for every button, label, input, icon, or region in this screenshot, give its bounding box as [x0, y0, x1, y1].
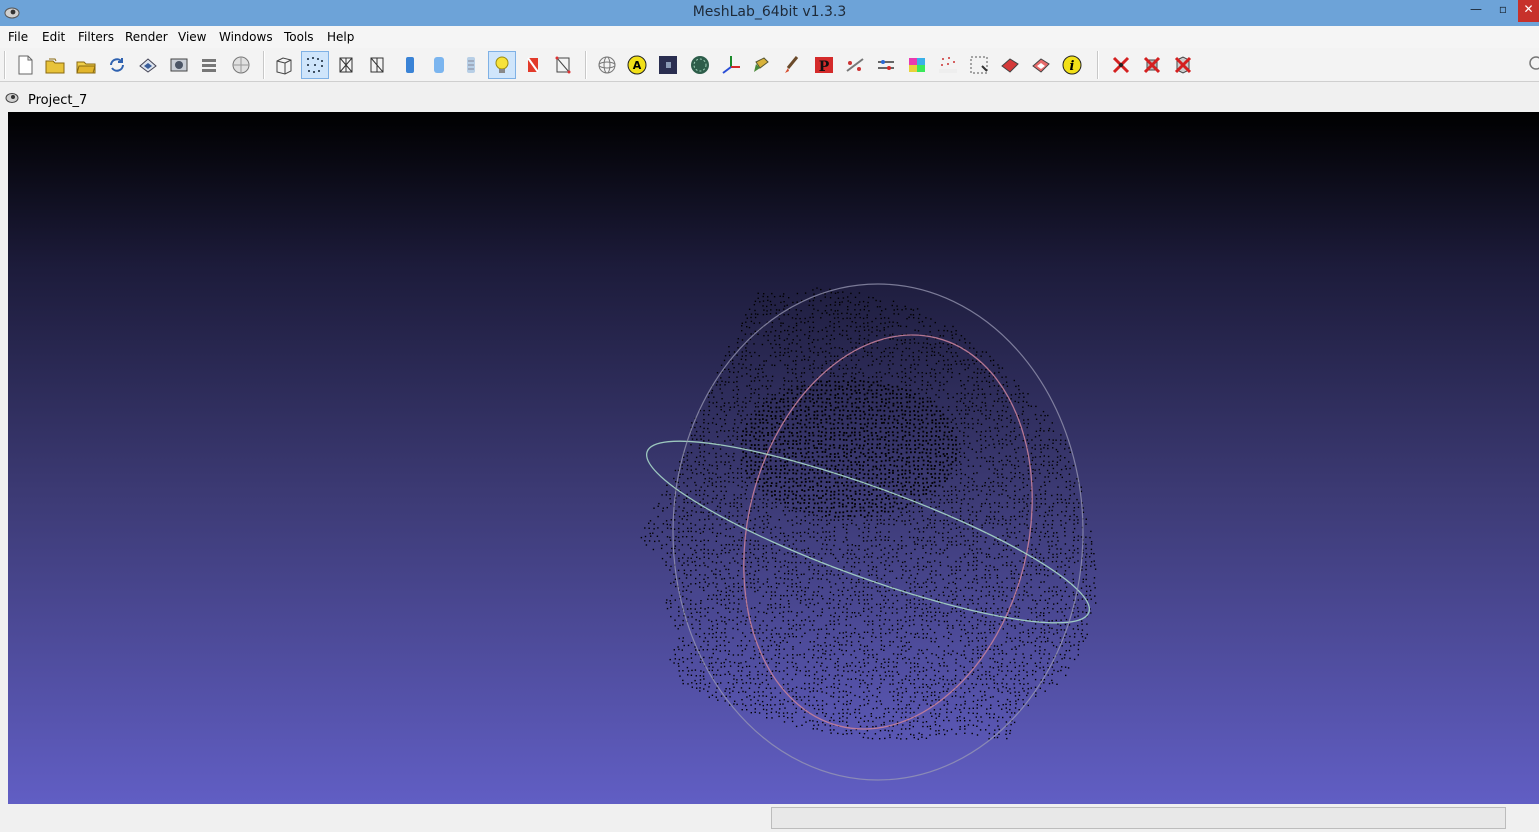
trackball-ring-outer — [672, 283, 1084, 781]
sphere-trackball-icon[interactable] — [593, 51, 621, 79]
delete-vertices-icon[interactable] — [1107, 51, 1135, 79]
3d-viewport[interactable] — [8, 112, 1539, 804]
menu-tools[interactable]: Tools — [284, 30, 314, 44]
open-folder-icon[interactable] — [41, 51, 69, 79]
color-icon[interactable] — [903, 51, 931, 79]
points-render-icon[interactable] — [301, 51, 329, 79]
maximize-button[interactable]: ▫ — [1490, 0, 1516, 22]
window-title: MeshLab_64bit v1.3.3 — [692, 4, 847, 20]
wireframe-icon[interactable] — [332, 51, 360, 79]
toolbar-separator — [1097, 51, 1099, 79]
texture-sphere-icon[interactable] — [686, 51, 714, 79]
toolbar-separator — [585, 51, 587, 79]
draw-mode-icon[interactable] — [549, 51, 577, 79]
select-faces-icon[interactable] — [965, 51, 993, 79]
reload-icon[interactable] — [103, 51, 131, 79]
point-cloud-scene — [640, 283, 1097, 781]
reference-icon[interactable] — [934, 51, 962, 79]
menu-view[interactable]: View — [178, 30, 206, 44]
select-connected-icon[interactable] — [1027, 51, 1055, 79]
light-bulb-icon[interactable] — [488, 51, 516, 79]
menu-help[interactable]: Help — [327, 30, 354, 44]
minimize-button[interactable]: — — [1462, 0, 1490, 22]
open-project-icon[interactable] — [72, 51, 100, 79]
subwindow-icon — [5, 93, 19, 103]
close-button[interactable]: ✕ — [1518, 0, 1539, 22]
two-sided-lighting-icon[interactable] — [519, 51, 547, 79]
layers-icon[interactable] — [195, 51, 223, 79]
delete-faces-icon[interactable] — [1138, 51, 1166, 79]
title-bar: MeshLab_64bit v1.3.3 — ▫ ✕ — [0, 0, 1539, 26]
svg-text:P: P — [819, 59, 830, 75]
annotate-icon[interactable]: A — [623, 51, 651, 79]
main-toolbar: A P i — [0, 48, 1539, 82]
progress-bar — [771, 807, 1506, 829]
menu-bar: File Edit Filters Render View Windows To… — [0, 26, 1539, 48]
dark-square-icon[interactable] — [654, 51, 682, 79]
svg-text:i: i — [1070, 59, 1075, 74]
flat-shading-icon[interactable] — [396, 51, 424, 79]
snapshot-icon[interactable] — [165, 51, 193, 79]
search-icon[interactable] — [1528, 55, 1539, 73]
hidden-lines-icon[interactable] — [363, 51, 391, 79]
globe-icon[interactable] — [227, 51, 255, 79]
info-icon[interactable]: i — [1058, 51, 1086, 79]
pick-points-icon[interactable]: P — [810, 51, 838, 79]
new-document-icon[interactable] — [11, 51, 39, 79]
smooth-shading-icon[interactable] — [425, 51, 453, 79]
menu-render[interactable]: Render — [125, 30, 168, 44]
align-icon[interactable] — [872, 51, 900, 79]
toolbar-grip — [4, 51, 6, 79]
subwindow-title[interactable]: Project_7 — [28, 93, 87, 108]
bounding-box-icon[interactable] — [270, 51, 298, 79]
measure-icon[interactable] — [841, 51, 869, 79]
menu-windows[interactable]: Windows — [219, 30, 273, 44]
menu-edit[interactable]: Edit — [42, 30, 65, 44]
texture-icon[interactable] — [457, 51, 485, 79]
axes-icon[interactable] — [717, 51, 745, 79]
trackball-ring-vertical — [743, 334, 1033, 730]
paint-brush-icon[interactable] — [777, 51, 805, 79]
status-bar — [0, 804, 1539, 832]
save-icon[interactable] — [134, 51, 162, 79]
delete-all-icon[interactable] — [1169, 51, 1197, 79]
svg-text:A: A — [633, 59, 642, 72]
menu-filters[interactable]: Filters — [78, 30, 114, 44]
menu-file[interactable]: File — [8, 30, 28, 44]
select-vertices-icon[interactable] — [996, 51, 1024, 79]
toolbar-separator — [263, 51, 265, 79]
select-paint-icon[interactable] — [747, 51, 775, 79]
